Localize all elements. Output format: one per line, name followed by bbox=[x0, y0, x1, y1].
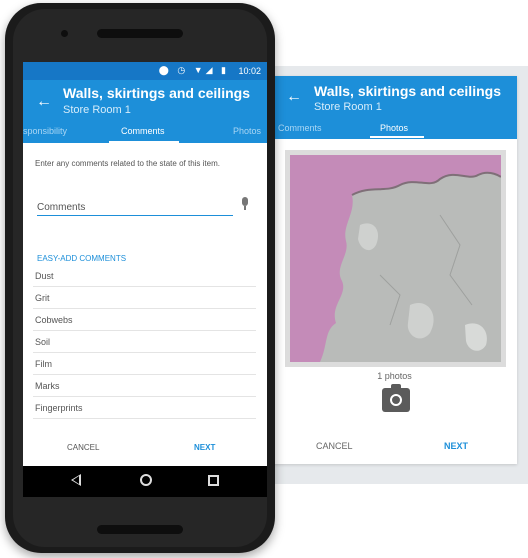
easy-add-list: Dust Grit Cobwebs Soil Film Marks Finger… bbox=[33, 265, 256, 419]
microphone-icon[interactable] bbox=[241, 197, 249, 210]
app-bar: ← Walls, skirtings and ceilings Store Ro… bbox=[23, 80, 267, 125]
page-subtitle: Store Room 1 bbox=[63, 104, 131, 116]
easy-add-item[interactable]: Soil bbox=[33, 331, 256, 353]
nav-home-icon[interactable] bbox=[140, 474, 152, 486]
camera-icon[interactable] bbox=[382, 384, 410, 412]
page-title: Walls, skirtings and ceilings bbox=[314, 83, 501, 99]
status-bar: ⬤ ◷ ▼◢ ▮ 10:02 bbox=[23, 62, 267, 80]
comments-screen: ⬤ ◷ ▼◢ ▮ 10:02 ← Walls, skirtings and ce… bbox=[23, 62, 267, 497]
tab-photos[interactable]: Photos bbox=[380, 123, 408, 133]
easy-add-item[interactable]: Fingerprints bbox=[33, 397, 256, 419]
bottom-speaker bbox=[97, 525, 183, 534]
tab-comments[interactable]: Comments bbox=[121, 126, 165, 136]
nav-recents-icon[interactable] bbox=[208, 475, 219, 486]
top-speaker bbox=[97, 29, 183, 38]
photos-app-bar: ← Walls, skirtings and ceilings Store Ro… bbox=[272, 76, 517, 139]
app-showcase: ← Walls, skirtings and ceilings Store Ro… bbox=[0, 0, 528, 558]
phone-device: ⬤ ◷ ▼◢ ▮ 10:02 ← Walls, skirtings and ce… bbox=[5, 3, 275, 553]
instruction-text: Enter any comments related to the state … bbox=[35, 159, 220, 168]
cancel-button[interactable]: CANCEL bbox=[316, 441, 353, 451]
tab-comments[interactable]: Comments bbox=[278, 123, 322, 133]
tab-responsibility[interactable]: sponsibility bbox=[23, 126, 67, 136]
android-nav-bar bbox=[23, 466, 267, 497]
back-arrow-icon[interactable]: ← bbox=[286, 88, 302, 106]
easy-add-item[interactable]: Film bbox=[33, 353, 256, 375]
comments-input[interactable]: Comments bbox=[37, 198, 233, 216]
status-time: 10:02 bbox=[238, 66, 261, 76]
cancel-button[interactable]: CANCEL bbox=[67, 443, 99, 452]
front-camera bbox=[61, 30, 68, 37]
wall-damage-photo bbox=[290, 155, 501, 362]
comments-placeholder: Comments bbox=[37, 202, 86, 213]
active-tab-indicator bbox=[109, 141, 179, 143]
back-arrow-icon[interactable]: ← bbox=[36, 93, 52, 111]
next-button[interactable]: NEXT bbox=[444, 441, 468, 451]
tab-bar: sponsibility Comments Photos bbox=[23, 125, 267, 143]
photos-screen: ← Walls, skirtings and ceilings Store Ro… bbox=[272, 76, 517, 464]
photo-thumbnail[interactable] bbox=[285, 150, 506, 367]
page-title: Walls, skirtings and ceilings bbox=[63, 85, 250, 101]
photo-count: 1 photos bbox=[377, 371, 412, 381]
easy-add-item[interactable]: Cobwebs bbox=[33, 309, 256, 331]
microphone-stem bbox=[244, 206, 246, 210]
easy-add-item[interactable]: Marks bbox=[33, 375, 256, 397]
next-button[interactable]: NEXT bbox=[194, 443, 215, 452]
tab-photos[interactable]: Photos bbox=[233, 126, 261, 136]
active-tab-indicator bbox=[370, 136, 424, 138]
easy-add-item[interactable]: Grit bbox=[33, 287, 256, 309]
page-subtitle: Store Room 1 bbox=[314, 101, 382, 113]
microphone-body bbox=[242, 197, 248, 206]
easy-add-heading: EASY-ADD COMMENTS bbox=[37, 254, 127, 263]
status-icons: ⬤ ◷ ▼◢ ▮ bbox=[158, 65, 229, 75]
nav-back-icon[interactable] bbox=[71, 474, 81, 486]
easy-add-item[interactable]: Dust bbox=[33, 265, 256, 287]
